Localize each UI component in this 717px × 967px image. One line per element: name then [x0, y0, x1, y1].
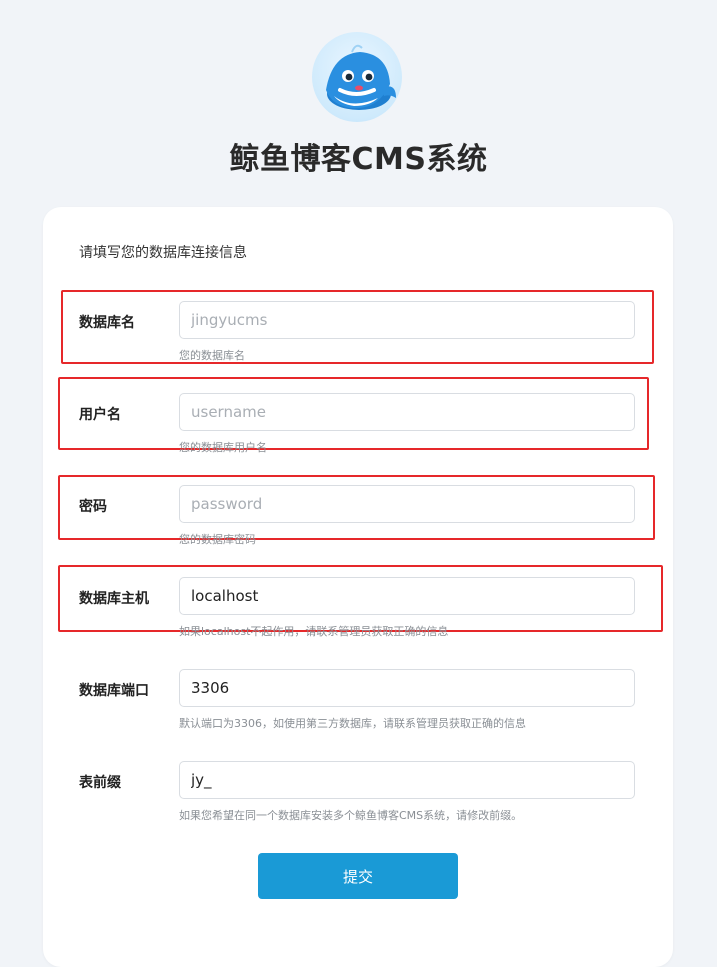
db-name-label: 数据库名 [79, 315, 135, 331]
db-host-label: 数据库主机 [79, 591, 149, 607]
password-label: 密码 [79, 499, 107, 515]
db-port-label: 数据库端口 [79, 683, 149, 699]
db-name-help: 您的数据库名 [179, 349, 245, 362]
table-prefix-help: 如果您希望在同一个数据库安装多个鲸鱼博客CMS系统，请修改前缀。 [179, 809, 523, 822]
db-host-help: 如果localhost不起作用，请联系管理员获取正确的信息 [179, 625, 449, 638]
whale-logo-icon [312, 32, 402, 122]
form-intro-text: 请填写您的数据库连接信息 [79, 245, 247, 261]
db-port-help: 默认端口为3306，如使用第三方数据库，请联系管理员获取正确的信息 [179, 717, 526, 730]
password-help: 您的数据库密码 [179, 533, 256, 546]
db-host-input[interactable] [179, 577, 635, 615]
password-input[interactable] [179, 485, 635, 523]
username-label: 用户名 [79, 407, 121, 423]
username-input[interactable] [179, 393, 635, 431]
db-name-input[interactable] [179, 301, 635, 339]
db-port-input[interactable] [179, 669, 635, 707]
username-help: 您的数据库用户名 [179, 441, 267, 454]
submit-button[interactable]: 提交 [258, 853, 458, 899]
table-prefix-label: 表前缀 [79, 775, 121, 791]
app-title: 鲸鱼博客CMS系统 [229, 142, 488, 177]
table-prefix-input[interactable] [179, 761, 635, 799]
